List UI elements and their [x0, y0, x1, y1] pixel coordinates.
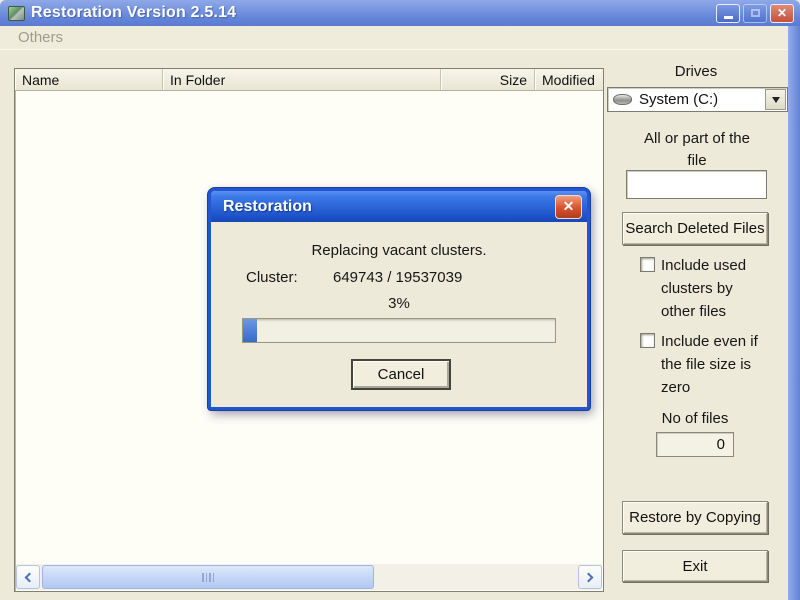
include-used-clusters-row: Include used clusters by other files	[640, 254, 772, 323]
no-of-files-label: No of files	[661, 410, 729, 427]
column-header-in-folder[interactable]: In Folder	[163, 69, 441, 90]
maximize-icon	[750, 9, 760, 17]
close-button[interactable]: ✕	[770, 3, 794, 23]
cancel-button[interactable]: Cancel	[351, 359, 451, 390]
close-icon: ✕	[776, 6, 788, 20]
title-bar: Restoration Version 2.5.14 ✕	[0, 0, 800, 26]
include-zero-size-label: Include even if the file size is zero	[661, 333, 758, 396]
left-chevron-icon	[24, 572, 35, 582]
scroll-left-button[interactable]	[16, 565, 40, 589]
search-deleted-files-button[interactable]: Search Deleted Files	[622, 212, 768, 245]
maximize-button	[743, 3, 767, 23]
progress-bar	[242, 318, 556, 343]
dialog-title: Restoration	[223, 197, 312, 215]
dialog-body: Replacing vacant clusters. Cluster: 6497…	[211, 222, 587, 407]
progress-dialog: Restoration ✕ Replacing vacant clusters.…	[208, 188, 590, 410]
file-filter-input[interactable]	[626, 170, 767, 199]
menu-others[interactable]: Others	[8, 29, 73, 46]
drives-label: Drives	[674, 63, 718, 80]
selected-drive: System (C:)	[639, 91, 719, 108]
chevron-down-icon	[771, 96, 780, 103]
scroll-right-button[interactable]	[578, 565, 602, 589]
hard-disk-icon	[613, 94, 632, 105]
cluster-label: Cluster:	[246, 269, 298, 286]
horizontal-scrollbar[interactable]	[16, 564, 602, 590]
dropdown-arrow-button[interactable]	[765, 89, 786, 110]
column-header-modified[interactable]: Modified	[535, 69, 603, 90]
dialog-status-text: Replacing vacant clusters.	[311, 242, 487, 259]
dialog-title-bar: Restoration ✕	[211, 191, 587, 222]
menu-bar: Others	[0, 26, 800, 50]
progress-fill	[243, 319, 257, 342]
minimize-button[interactable]	[716, 3, 740, 23]
close-icon: ✕	[562, 198, 575, 214]
file-filter-label: All or part of the file	[644, 130, 750, 169]
include-used-clusters-checkbox[interactable]	[640, 257, 655, 272]
include-zero-size-row: Include even if the file size is zero	[640, 330, 772, 399]
window-right-border	[788, 26, 800, 600]
include-zero-size-checkbox[interactable]	[640, 333, 655, 348]
column-header-size[interactable]: Size	[441, 69, 535, 90]
app-icon	[8, 5, 25, 21]
minimize-icon	[723, 15, 733, 19]
cluster-value: 649743 / 19537039	[333, 269, 463, 286]
window-title: Restoration Version 2.5.14	[31, 4, 237, 21]
exit-button[interactable]: Exit	[622, 550, 768, 582]
scrollbar-track[interactable]	[40, 565, 578, 589]
right-chevron-icon	[583, 572, 594, 582]
scrollbar-thumb[interactable]	[42, 565, 374, 589]
scrollbar-grip-icon	[202, 573, 214, 582]
restore-by-copying-button[interactable]: Restore by Copying	[622, 501, 768, 534]
column-header-name[interactable]: Name	[15, 69, 163, 90]
file-count-field: 0	[656, 432, 734, 457]
file-list-header: Name In Folder Size Modified	[15, 69, 603, 91]
drives-dropdown[interactable]: System (C:)	[607, 87, 788, 112]
include-used-clusters-label: Include used clusters by other files	[661, 257, 747, 320]
dialog-close-button[interactable]: ✕	[555, 194, 582, 219]
progress-percent-text: 3%	[388, 295, 410, 312]
